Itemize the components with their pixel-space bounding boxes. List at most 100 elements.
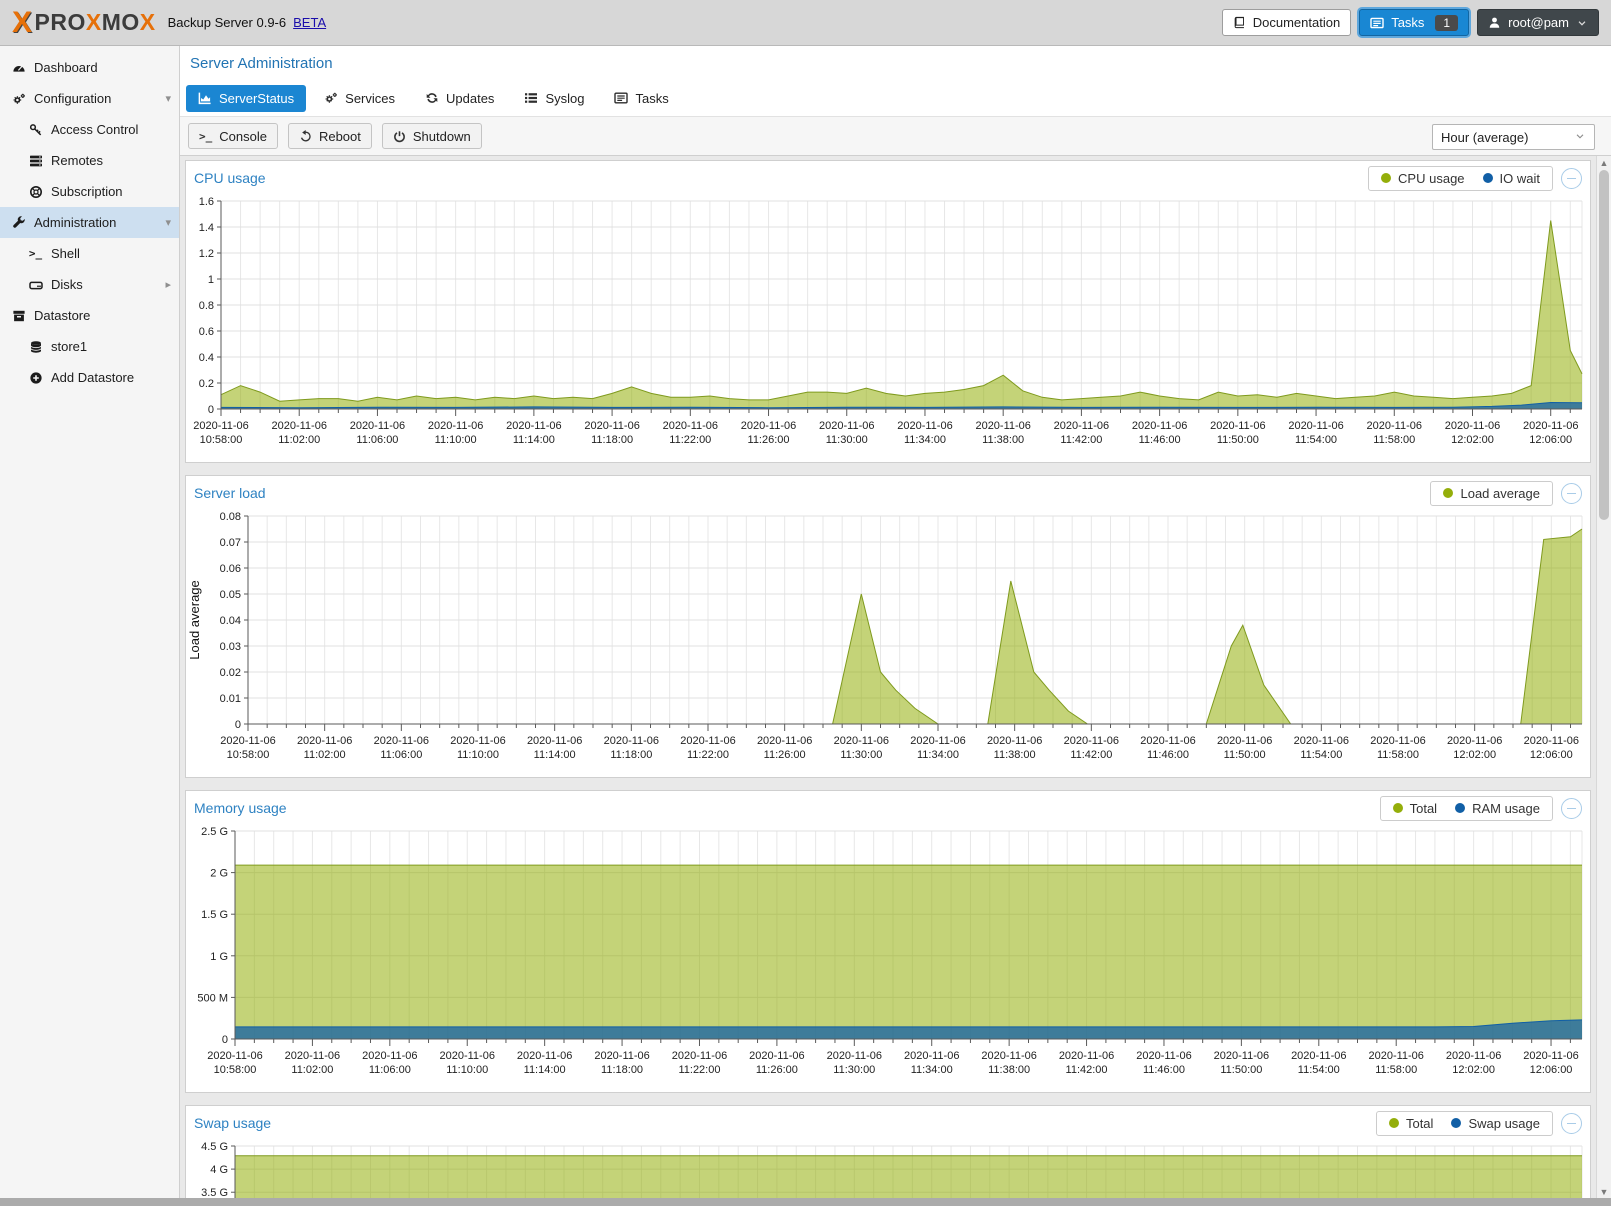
scrollbar-down-arrow-icon[interactable]: ▼	[1597, 1185, 1611, 1198]
terminal-icon: >_	[199, 130, 212, 143]
hdd-icon	[27, 278, 44, 292]
sidebar-item-add-datastore[interactable]: Add Datastore	[0, 362, 179, 393]
chart-panel-header: CPU usage CPU usageIO wait	[186, 161, 1590, 195]
user-menu-button[interactable]: root@pam	[1477, 9, 1599, 36]
gauge-icon	[10, 61, 27, 75]
sidebar-item-label: Subscription	[51, 184, 123, 199]
tasks-button[interactable]: Tasks 1	[1359, 9, 1469, 36]
x-tick-label: 2020-11-0611:18:00	[594, 1050, 649, 1076]
chart-legend: TotalSwap usage	[1376, 1111, 1553, 1136]
x-tick-label: 2020-11-0612:06:00	[1523, 1050, 1578, 1076]
chart-title: Memory usage	[194, 800, 287, 816]
x-tick-label: 2020-11-0611:26:00	[757, 735, 812, 761]
sidebar-item-shell[interactable]: >_Shell	[0, 238, 179, 269]
legend-item: Load average	[1443, 486, 1540, 501]
sidebar-item-disks[interactable]: Disks▸	[0, 269, 179, 300]
sidebar-item-label: Shell	[51, 246, 80, 261]
collapse-arrow-icon[interactable]: ▾	[165, 92, 171, 105]
chart-legend: CPU usageIO wait	[1368, 166, 1553, 191]
legend-dot-icon	[1483, 173, 1493, 183]
y-tick-label: 1.5 G	[201, 909, 228, 921]
sidebar-item-dashboard[interactable]: Dashboard	[0, 52, 179, 83]
scrollbar-thumb[interactable]	[1599, 170, 1609, 520]
collapse-arrow-icon[interactable]: ▾	[165, 216, 171, 229]
x-tick-label: 2020-11-0611:34:00	[897, 420, 952, 446]
x-tick-label: 2020-11-0611:46:00	[1140, 735, 1195, 761]
console-button[interactable]: >_ Console	[188, 123, 278, 149]
reboot-button[interactable]: Reboot	[288, 123, 372, 149]
sidebar-item-store1[interactable]: store1	[0, 331, 179, 362]
beta-link[interactable]: BETA	[293, 15, 326, 30]
scrollbar-up-arrow-icon[interactable]: ▲	[1597, 156, 1611, 169]
chart-icon	[198, 91, 212, 105]
lifering-icon	[27, 185, 44, 199]
sidebar-item-subscription[interactable]: Subscription	[0, 176, 179, 207]
collapse-panel-icon[interactable]	[1561, 1113, 1582, 1134]
sidebar-item-configuration[interactable]: Configuration ▾	[0, 83, 179, 114]
x-tick-label: 2020-11-0611:22:00	[663, 420, 718, 446]
y-tick-label: 1.6	[199, 196, 214, 208]
x-tick-label: 2020-11-0612:02:00	[1445, 420, 1500, 446]
tab-tasks[interactable]: Tasks	[602, 85, 680, 112]
minus-icon	[1567, 178, 1576, 179]
documentation-label: Documentation	[1253, 15, 1340, 30]
chart-panel-header: Memory usageTotalRAM usage	[186, 791, 1590, 825]
chart-body: 00.010.020.030.040.050.060.070.082020-11…	[186, 510, 1590, 777]
x-tick-label: 2020-11-0611:22:00	[672, 1050, 727, 1076]
tab-services[interactable]: Services	[312, 85, 407, 112]
sidebar-item-remotes[interactable]: Remotes	[0, 145, 179, 176]
sidebar-item-label: Configuration	[34, 91, 111, 106]
x-tick-label: 2020-11-0611:22:00	[680, 735, 735, 761]
x-tick-label: 2020-11-0611:46:00	[1136, 1050, 1191, 1076]
shutdown-label: Shutdown	[413, 129, 471, 144]
x-tick-label: 2020-11-0611:14:00	[517, 1050, 572, 1076]
x-tick-label: 2020-11-0611:10:00	[450, 735, 505, 761]
time-range-value: Hour (average)	[1441, 130, 1528, 145]
collapse-panel-icon[interactable]	[1561, 798, 1582, 819]
x-tick-label: 2020-11-0611:06:00	[374, 735, 429, 761]
sidebar-item-label: Dashboard	[34, 60, 98, 75]
app-header: X PROXMOX Backup Server 0.9-6 BETA Docum…	[0, 0, 1611, 46]
chart-title: CPU usage	[194, 170, 266, 186]
sidebar-item-datastore[interactable]: Datastore	[0, 300, 179, 331]
chart-panel-server-load: Server loadLoad average00.010.020.030.04…	[185, 475, 1591, 778]
remotes-icon	[27, 154, 44, 168]
charts-scroll-area: CPU usageCPU usageIO wait00.20.40.60.811…	[180, 156, 1596, 1198]
chart-svg-memory-usage: 0500 M1 G1.5 G2 G2.5 G2020-11-0610:58:00…	[186, 825, 1584, 1083]
y-tick-label: 0.07	[220, 537, 241, 549]
y-tick-label: 500 M	[197, 992, 228, 1004]
chart-header-right: Load average	[1430, 481, 1582, 506]
sidebar-nav: Dashboard Configuration ▾ Access ControlRem…	[0, 46, 180, 1198]
x-tick-label: 2020-11-0611:54:00	[1291, 1050, 1346, 1076]
chart-svg-swap-usage: 0500 M1 G1.5 G2 G2.5 G3 G3.5 G4 G4.5 G20…	[186, 1140, 1584, 1198]
tab-syslog[interactable]: Syslog	[512, 85, 596, 112]
undo-icon	[299, 130, 312, 143]
y-tick-label: 2 G	[210, 868, 228, 880]
legend-dot-icon	[1389, 1118, 1399, 1128]
syslog-icon	[524, 91, 538, 105]
collapse-panel-icon[interactable]	[1561, 168, 1582, 189]
title-row: Server Administration	[180, 46, 1611, 80]
collapse-panel-icon[interactable]	[1561, 483, 1582, 504]
tab-serverstatus[interactable]: ServerStatus	[186, 85, 306, 112]
time-range-select[interactable]: Hour (average)	[1432, 124, 1595, 150]
shutdown-button[interactable]: Shutdown	[382, 123, 482, 149]
documentation-button[interactable]: Documentation	[1222, 9, 1351, 36]
logo-text: PROXMOX	[35, 9, 156, 36]
sidebar-item-administration[interactable]: Administration ▾	[0, 207, 179, 238]
x-tick-label: 2020-11-0611:06:00	[362, 1050, 417, 1076]
x-tick-label: 2020-11-0610:58:00	[193, 420, 248, 446]
tab-updates[interactable]: Updates	[413, 85, 506, 112]
legend-label: RAM usage	[1472, 801, 1540, 816]
chevron-down-icon	[1574, 130, 1586, 145]
x-tick-label: 2020-11-0611:34:00	[910, 735, 965, 761]
y-tick-label: 0.8	[199, 300, 214, 312]
vertical-scrollbar[interactable]: ▲ ▼	[1596, 156, 1611, 1198]
expand-arrow-icon[interactable]: ▸	[165, 278, 171, 291]
sidebar-item-access-control[interactable]: Access Control	[0, 114, 179, 145]
chart-svg-server-load: 00.010.020.030.040.050.060.070.082020-11…	[186, 510, 1584, 768]
y-tick-label: 1.4	[199, 222, 214, 234]
x-tick-label: 2020-11-0611:30:00	[827, 1050, 882, 1076]
tab-label: Services	[345, 91, 395, 106]
sidebar-item-label: Administration	[34, 215, 116, 230]
